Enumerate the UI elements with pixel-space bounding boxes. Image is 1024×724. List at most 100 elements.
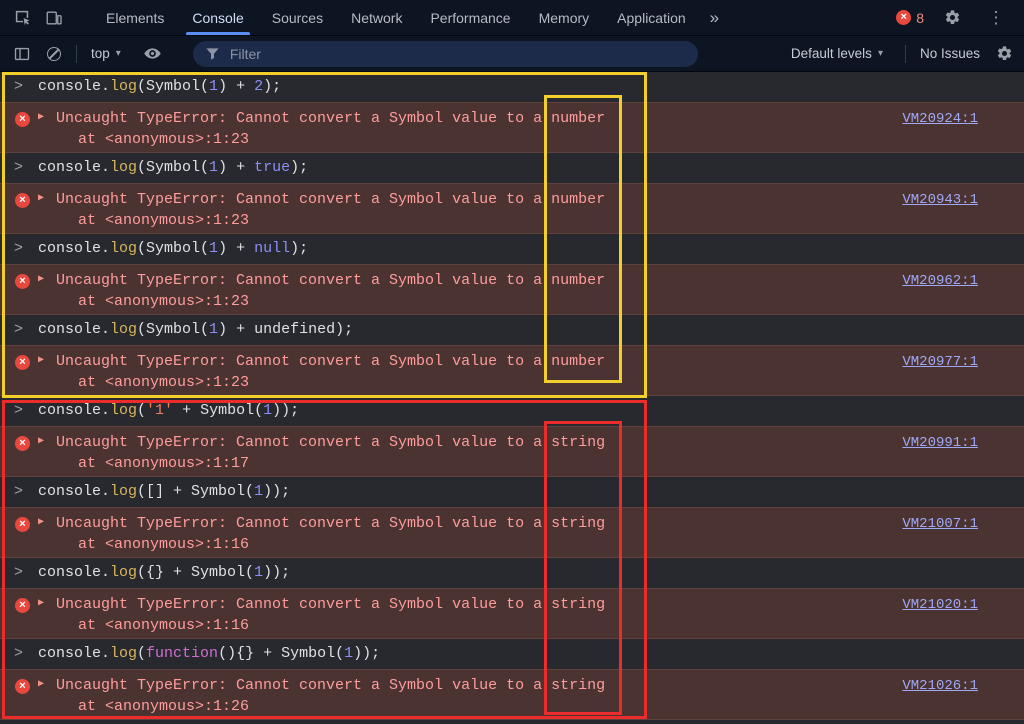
error-message-text: Uncaught TypeError: Cannot convert a Sym… xyxy=(56,515,552,532)
expand-triangle-icon[interactable]: ▶ xyxy=(38,192,44,204)
console-command-row: > console.log('1' + Symbol(1)); xyxy=(0,396,1024,426)
code-token: log xyxy=(110,645,138,662)
error-location: at <anonymous>:1:26 xyxy=(78,698,250,715)
expand-triangle-icon[interactable]: ▶ xyxy=(38,354,44,366)
console-settings-gear-icon[interactable] xyxy=(988,36,1020,71)
inspect-element-icon[interactable] xyxy=(6,0,38,35)
error-source-link[interactable]: VM21020:1 xyxy=(902,597,978,613)
devtools-window: Elements Console Sources Network Perform… xyxy=(0,0,1024,724)
issues-status[interactable]: No Issues xyxy=(920,46,980,61)
expand-triangle-icon[interactable]: ▶ xyxy=(38,111,44,123)
code-token: (Symbol( xyxy=(137,159,210,176)
tab-network[interactable]: Network xyxy=(337,0,416,35)
command-prompt-chevron: > xyxy=(14,645,24,662)
chevron-down-icon: ▾ xyxy=(115,48,121,59)
code-token: 1 xyxy=(209,240,219,257)
eye-glyph xyxy=(144,48,162,59)
console-command-row: > console.log(function(){} + Symbol(1)); xyxy=(0,639,1024,669)
error-source-link[interactable]: VM20924:1 xyxy=(902,111,978,127)
code-token: '1' xyxy=(146,402,174,419)
expand-triangle-icon[interactable]: ▶ xyxy=(38,273,44,285)
error-count-badge[interactable]: × 8 xyxy=(896,10,924,26)
settings-gear-icon[interactable] xyxy=(936,9,968,26)
log-levels-dropdown[interactable]: Default levels ▾ xyxy=(783,46,891,61)
tab-performance[interactable]: Performance xyxy=(416,0,524,35)
console-toolbar-right: Default levels ▾ No Issues xyxy=(783,36,1024,71)
filter-input[interactable] xyxy=(227,44,686,63)
code-token: 1 xyxy=(263,402,273,419)
more-tabs-button[interactable]: » xyxy=(700,0,729,35)
expand-triangle-icon[interactable]: ▶ xyxy=(38,678,44,690)
code-token: null xyxy=(254,240,291,257)
error-source-link[interactable]: VM21007:1 xyxy=(902,516,978,532)
console-sidebar-toggle-icon[interactable] xyxy=(6,36,38,71)
device-toolbar-icon[interactable] xyxy=(38,0,70,35)
error-message-text: Uncaught TypeError: Cannot convert a Sym… xyxy=(56,191,552,208)
code-token: (Symbol( xyxy=(137,321,210,338)
error-source-link[interactable]: VM20991:1 xyxy=(902,435,978,451)
command-prompt-chevron: > xyxy=(14,321,24,338)
error-location: at <anonymous>:1:17 xyxy=(78,455,250,472)
error-source-link[interactable]: VM21026:1 xyxy=(902,678,978,694)
error-location: at <anonymous>:1:16 xyxy=(78,536,250,553)
console-command-row: > console.log(Symbol(1) + null); xyxy=(0,234,1024,264)
code-token: console. xyxy=(38,321,111,338)
code-token: console. xyxy=(38,159,111,176)
error-message: Uncaught TypeError: Cannot convert a Sym… xyxy=(56,675,1024,696)
context-selector-label: top xyxy=(91,46,110,61)
code-token: ) + xyxy=(218,78,255,95)
error-message: Uncaught TypeError: Cannot convert a Sym… xyxy=(56,432,1024,453)
toolbar-separator xyxy=(904,44,906,63)
code-token: log xyxy=(110,564,138,581)
error-icon: × xyxy=(15,112,30,127)
code-token: console. xyxy=(38,483,111,500)
expand-triangle-icon[interactable]: ▶ xyxy=(38,597,44,609)
tab-bar-right-controls: × 8 ⋮ xyxy=(896,0,1024,35)
log-levels-label: Default levels xyxy=(790,46,872,61)
no-entry-glyph xyxy=(47,46,61,61)
code-token: console. xyxy=(38,645,111,662)
console-error-row: × ▶ Uncaught TypeError: Cannot convert a S… xyxy=(0,345,1024,396)
console-error-row: × ▶ Uncaught TypeError: Cannot convert a S… xyxy=(0,507,1024,558)
error-message-text: Uncaught TypeError: Cannot convert a Sym… xyxy=(56,353,552,370)
filter-box[interactable] xyxy=(192,40,698,67)
error-message: Uncaught TypeError: Cannot convert a Sym… xyxy=(56,270,1024,291)
code-token: log xyxy=(110,321,138,338)
error-icon: × xyxy=(15,598,30,613)
clear-console-icon[interactable] xyxy=(38,36,70,71)
tab-console[interactable]: Console xyxy=(178,0,257,35)
kebab-menu-icon[interactable]: ⋮ xyxy=(980,8,1012,28)
error-message-text: Uncaught TypeError: Cannot convert a Sym… xyxy=(56,110,552,127)
console-command-row: > console.log(Symbol(1) + undefined); xyxy=(0,315,1024,345)
tab-elements[interactable]: Elements xyxy=(92,0,178,35)
live-expression-eye-icon[interactable] xyxy=(137,36,169,71)
command-prompt-chevron: > xyxy=(14,483,24,500)
gear-glyph xyxy=(945,10,959,25)
error-source-link[interactable]: VM20962:1 xyxy=(902,273,978,289)
tab-sources[interactable]: Sources xyxy=(258,0,337,35)
code-token: console. xyxy=(38,78,111,95)
error-source-link[interactable]: VM20977:1 xyxy=(902,354,978,370)
conversion-type-word: number xyxy=(551,191,606,208)
code-token: ) + xyxy=(218,159,255,176)
expand-triangle-icon[interactable]: ▶ xyxy=(38,435,44,447)
code-token: log xyxy=(110,78,138,95)
console-error-row: × ▶ Uncaught TypeError: Cannot convert a S… xyxy=(0,183,1024,234)
code-token: )); xyxy=(272,402,300,419)
console-error-row: × ▶ Uncaught TypeError: Cannot convert a S… xyxy=(0,264,1024,315)
context-selector-dropdown[interactable]: top ▾ xyxy=(83,46,129,61)
tab-memory[interactable]: Memory xyxy=(525,0,604,35)
tab-application[interactable]: Application xyxy=(603,0,700,35)
code-token: 1 xyxy=(209,321,219,338)
error-message: Uncaught TypeError: Cannot convert a Sym… xyxy=(56,189,1024,210)
conversion-type-word: number xyxy=(551,110,606,127)
error-source-link[interactable]: VM20943:1 xyxy=(902,192,978,208)
code-token: + Symbol( xyxy=(173,402,264,419)
code-token: 1 xyxy=(209,159,219,176)
expand-triangle-icon[interactable]: ▶ xyxy=(38,516,44,528)
conversion-type-word: number xyxy=(551,353,606,370)
code-token: 1 xyxy=(254,564,264,581)
error-location: at <anonymous>:1:23 xyxy=(78,374,250,391)
gear-glyph xyxy=(997,46,1011,61)
error-location: at <anonymous>:1:23 xyxy=(78,131,250,148)
